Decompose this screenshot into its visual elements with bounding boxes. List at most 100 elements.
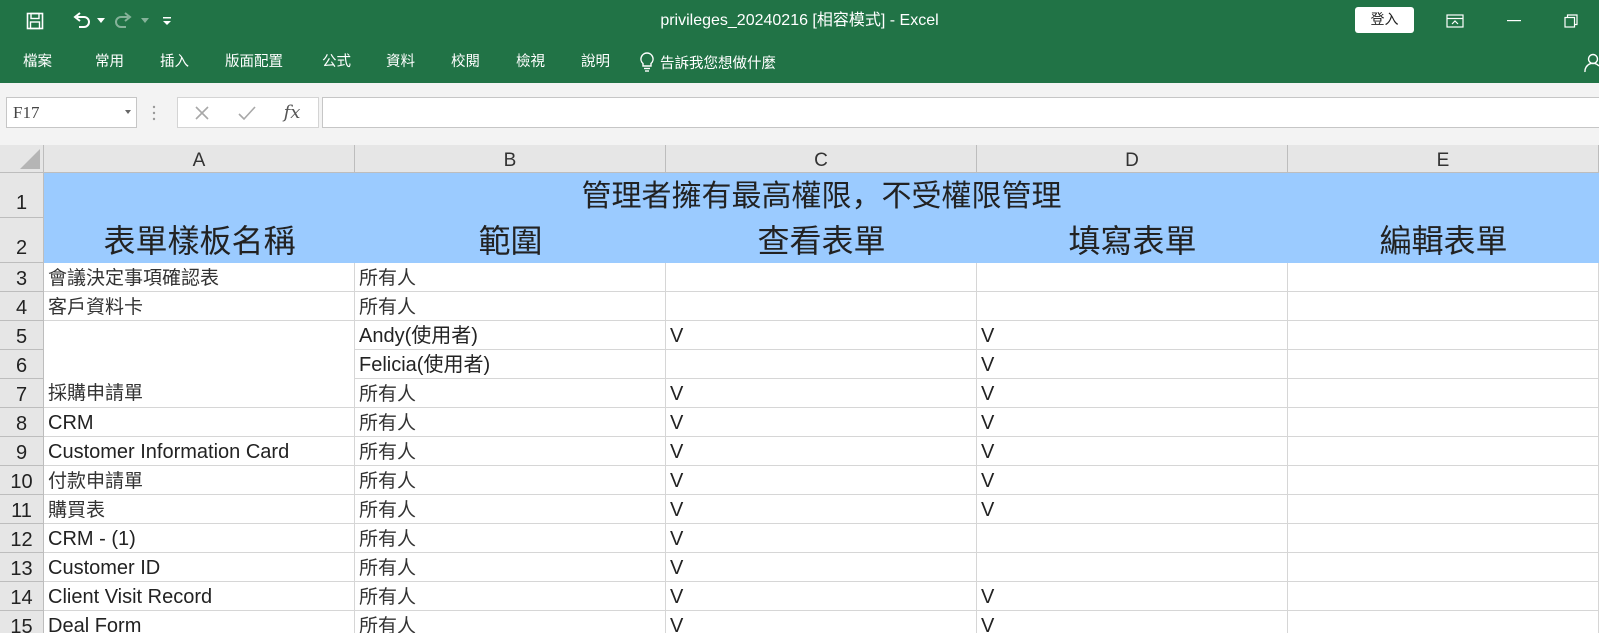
table-cell[interactable]: V <box>977 379 1288 408</box>
table-cell[interactable]: V <box>977 408 1288 437</box>
ribbon-display-options-button[interactable] <box>1426 0 1484 41</box>
table-cell[interactable]: 購買表 <box>44 495 355 524</box>
table-cell[interactable]: 所有人 <box>355 466 666 495</box>
table-cell[interactable] <box>1288 582 1599 611</box>
table-cell[interactable] <box>977 524 1288 553</box>
tab-view[interactable]: 檢視 <box>516 41 545 83</box>
sign-in-button[interactable]: 登入 <box>1355 7 1414 33</box>
row-header-2[interactable]: 2 <box>0 218 44 263</box>
table-cell[interactable] <box>1288 263 1599 292</box>
column-header-b[interactable]: B <box>355 145 666 173</box>
row-header-13[interactable]: 13 <box>0 553 44 582</box>
column-header-d[interactable]: D <box>977 145 1288 173</box>
table-cell[interactable]: V <box>977 466 1288 495</box>
table-cell[interactable]: V <box>666 611 977 633</box>
table-cell[interactable] <box>1288 524 1599 553</box>
table-cell[interactable] <box>977 292 1288 321</box>
minimize-button[interactable] <box>1485 0 1543 41</box>
header-view-form[interactable]: 查看表單 <box>666 218 977 263</box>
row-header-7[interactable]: 7 <box>0 379 44 408</box>
table-cell[interactable]: 所有人 <box>355 553 666 582</box>
table-cell[interactable]: 所有人 <box>355 495 666 524</box>
row-header-12[interactable]: 12 <box>0 524 44 553</box>
table-cell[interactable]: V <box>977 582 1288 611</box>
undo-dropdown[interactable] <box>94 0 108 41</box>
table-cell[interactable]: 所有人 <box>355 263 666 292</box>
tab-insert[interactable]: 插入 <box>160 41 189 83</box>
header-edit-form[interactable]: 編輯表單 <box>1288 218 1599 263</box>
table-cell[interactable] <box>1288 437 1599 466</box>
row-header-4[interactable]: 4 <box>0 292 44 321</box>
row-header-9[interactable]: 9 <box>0 437 44 466</box>
table-cell[interactable]: V <box>977 495 1288 524</box>
insert-function-button[interactable]: fx <box>272 98 312 127</box>
table-cell[interactable]: V <box>666 408 977 437</box>
table-cell[interactable]: 所有人 <box>355 611 666 633</box>
table-cell[interactable]: Andy(使用者) <box>355 321 666 350</box>
table-cell[interactable] <box>1288 553 1599 582</box>
table-cell[interactable] <box>977 263 1288 292</box>
table-cell[interactable]: V <box>977 321 1288 350</box>
table-cell[interactable]: V <box>666 495 977 524</box>
table-cell[interactable]: 所有人 <box>355 408 666 437</box>
table-cell[interactable]: V <box>666 379 977 408</box>
table-cell[interactable]: 所有人 <box>355 379 666 408</box>
row-header-8[interactable]: 8 <box>0 408 44 437</box>
table-cell[interactable]: Customer ID <box>44 553 355 582</box>
row-header-10[interactable]: 10 <box>0 466 44 495</box>
select-all-button[interactable] <box>0 145 44 173</box>
name-box[interactable]: F17 <box>6 97 137 128</box>
table-cell[interactable]: 所有人 <box>355 292 666 321</box>
table-cell[interactable]: V <box>666 321 977 350</box>
header-fill-form[interactable]: 填寫表單 <box>977 218 1288 263</box>
table-cell[interactable] <box>1288 611 1599 633</box>
row-header-3[interactable]: 3 <box>0 263 44 292</box>
table-cell[interactable]: 會議決定事項確認表 <box>44 263 355 292</box>
undo-button[interactable] <box>70 0 94 41</box>
table-cell[interactable]: CRM <box>44 408 355 437</box>
column-header-a[interactable]: A <box>44 145 355 173</box>
tab-review[interactable]: 校閱 <box>451 41 480 83</box>
table-cell[interactable]: V <box>977 611 1288 633</box>
formula-input[interactable] <box>322 97 1599 128</box>
table-cell[interactable] <box>1288 379 1599 408</box>
chevron-down-icon[interactable] <box>125 110 131 114</box>
enter-button[interactable] <box>227 98 267 127</box>
table-cell[interactable] <box>1288 292 1599 321</box>
column-header-c[interactable]: C <box>666 145 977 173</box>
tab-formulas[interactable]: 公式 <box>322 41 351 83</box>
row-header-11[interactable]: 11 <box>0 495 44 524</box>
table-cell[interactable] <box>666 263 977 292</box>
table-cell[interactable] <box>1288 350 1599 379</box>
row-header-14[interactable]: 14 <box>0 582 44 611</box>
table-cell[interactable]: V <box>666 466 977 495</box>
table-cell[interactable]: V <box>666 553 977 582</box>
table-cell[interactable]: V <box>666 437 977 466</box>
table-cell[interactable]: Felicia(使用者) <box>355 350 666 379</box>
column-header-e[interactable]: E <box>1288 145 1599 173</box>
redo-button[interactable] <box>108 0 138 41</box>
tab-file[interactable]: 檔案 <box>23 41 52 83</box>
table-cell[interactable]: 所有人 <box>355 524 666 553</box>
header-template-name[interactable]: 表單樣板名稱 <box>44 218 355 263</box>
restore-button[interactable] <box>1543 0 1599 41</box>
tab-home[interactable]: 常用 <box>95 41 124 83</box>
tab-data[interactable]: 資料 <box>386 41 415 83</box>
cancel-button[interactable] <box>182 98 222 127</box>
table-cell[interactable]: 所有人 <box>355 582 666 611</box>
row-header-15[interactable]: 15 <box>0 611 44 633</box>
table-cell[interactable] <box>1288 321 1599 350</box>
save-button[interactable] <box>0 0 70 41</box>
banner-cell[interactable]: 管理者擁有最高權限，不受權限管理 <box>44 173 1599 218</box>
tell-me-search[interactable]: 告訴我您想做什麼 <box>640 41 776 83</box>
table-cell[interactable] <box>666 292 977 321</box>
table-cell[interactable]: 客戶資料卡 <box>44 292 355 321</box>
row-header-5[interactable]: 5 <box>0 321 44 350</box>
table-cell[interactable]: CRM - (1) <box>44 524 355 553</box>
merged-cell-purchase-request[interactable]: 採購申請單 <box>44 321 355 408</box>
table-cell[interactable] <box>1288 466 1599 495</box>
table-cell[interactable] <box>1288 408 1599 437</box>
row-header-6[interactable]: 6 <box>0 350 44 379</box>
customize-qat-button[interactable] <box>152 0 182 41</box>
row-header-1[interactable]: 1 <box>0 173 44 218</box>
